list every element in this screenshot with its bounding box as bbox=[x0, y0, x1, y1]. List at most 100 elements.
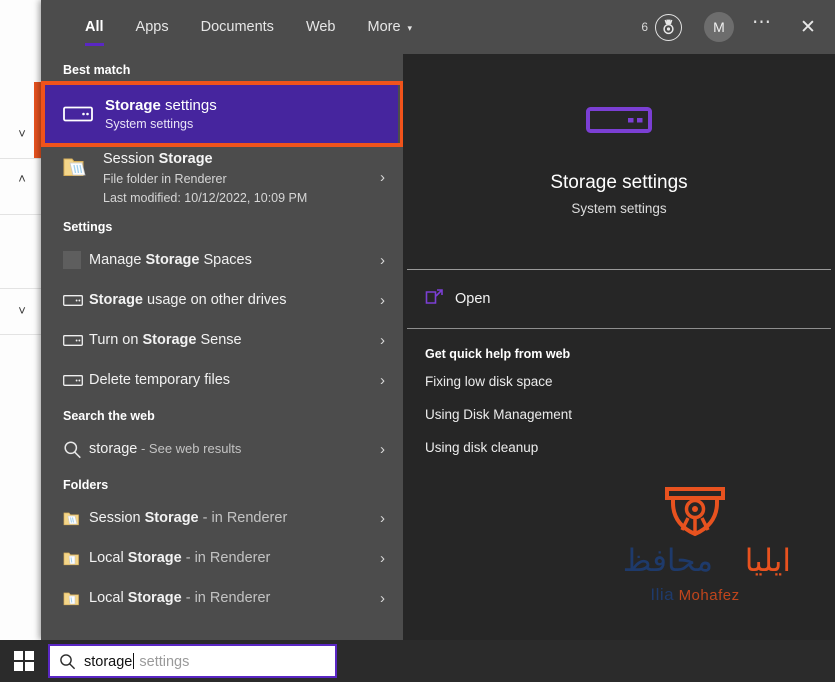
hard-drive-icon-large bbox=[586, 107, 652, 138]
result-title: Session Storage bbox=[103, 151, 307, 167]
chevron-down-icon[interactable]: ˅ bbox=[0, 304, 44, 317]
section-heading-folders: Folders bbox=[41, 469, 403, 498]
open-external-icon bbox=[425, 288, 455, 311]
result-modified: Last modified: 10/12/2022, 10:09 PM bbox=[103, 191, 307, 205]
search-typed-value: storage bbox=[84, 654, 132, 670]
result-session-storage-file[interactable]: Session Storage File folder in Renderer … bbox=[41, 145, 403, 211]
shield-emblem-icon bbox=[595, 485, 795, 545]
result-label: Session Storage - in Renderer bbox=[89, 510, 287, 526]
chevron-right-icon[interactable]: › bbox=[380, 372, 385, 389]
tab-web[interactable]: Web bbox=[290, 0, 352, 54]
rewards-count: 6 bbox=[641, 20, 648, 34]
tab-all[interactable]: All bbox=[69, 0, 120, 54]
divider bbox=[0, 334, 44, 335]
close-icon[interactable]: ✕ bbox=[795, 16, 821, 39]
help-link-using-disk-management[interactable]: Using Disk Management bbox=[403, 398, 835, 431]
tab-label: All bbox=[85, 19, 104, 35]
chevron-down-icon: ▾ bbox=[408, 23, 413, 34]
result-title: Storage settings bbox=[105, 97, 217, 114]
folder-documents-icon bbox=[63, 510, 89, 526]
result-label: Local Storage - in Renderer bbox=[89, 590, 270, 606]
ellipsis-icon[interactable]: ⋯ bbox=[752, 18, 773, 36]
chevron-right-icon[interactable]: › bbox=[380, 441, 385, 458]
result-label: storage - See web results bbox=[89, 441, 241, 457]
result-location: File folder in Renderer bbox=[103, 172, 307, 186]
divider bbox=[0, 288, 44, 289]
chevron-right-icon[interactable]: › bbox=[380, 510, 385, 527]
hard-drive-icon bbox=[63, 375, 89, 386]
open-label: Open bbox=[455, 291, 490, 307]
blank-tile-icon bbox=[63, 251, 89, 269]
result-lines: Session Storage File folder in Renderer … bbox=[103, 151, 307, 205]
divider bbox=[0, 214, 44, 215]
result-storage-usage-other-drives[interactable]: Storage usage on other drives › bbox=[41, 280, 403, 320]
screen: ˅ ˄ ˅ All Apps Documents bbox=[0, 0, 835, 682]
tab-label: Apps bbox=[136, 19, 169, 35]
tab-documents[interactable]: Documents bbox=[185, 0, 290, 54]
result-label: Local Storage - in Renderer bbox=[89, 550, 270, 566]
preview-title: Storage settings bbox=[550, 172, 687, 194]
result-subtitle: System settings bbox=[105, 117, 217, 131]
tab-label: Documents bbox=[201, 19, 274, 35]
best-match-text: Storage settings System settings bbox=[105, 97, 217, 131]
watermark-brand-second: Mohafez bbox=[679, 587, 740, 604]
folder-icon bbox=[63, 590, 89, 606]
result-turn-on-storage-sense[interactable]: Turn on Storage Sense › bbox=[41, 320, 403, 360]
chevron-right-icon[interactable]: › bbox=[380, 169, 385, 186]
chevron-right-icon[interactable]: › bbox=[380, 332, 385, 349]
hard-drive-icon bbox=[63, 106, 105, 122]
result-folder-session-storage[interactable]: Session Storage - in Renderer › bbox=[41, 498, 403, 538]
svg-text:محافظ: محافظ bbox=[623, 543, 713, 579]
section-heading-settings: Settings bbox=[41, 211, 403, 240]
result-delete-temporary-files[interactable]: Delete temporary files › bbox=[41, 360, 403, 400]
help-link-fixing-low-disk-space[interactable]: Fixing low disk space bbox=[403, 365, 835, 398]
search-icon bbox=[50, 653, 84, 670]
result-label: Storage usage on other drives bbox=[89, 292, 286, 308]
watermark-latin: Ilia Mohafez bbox=[595, 585, 795, 605]
help-link-using-disk-cleanup[interactable]: Using disk cleanup bbox=[403, 431, 835, 464]
chevron-right-icon[interactable]: › bbox=[380, 590, 385, 607]
tab-apps[interactable]: Apps bbox=[120, 0, 185, 54]
preview-subtitle: System settings bbox=[571, 201, 666, 216]
section-heading-best-match: Best match bbox=[41, 54, 403, 83]
search-icon bbox=[63, 440, 89, 459]
folder-icon bbox=[63, 550, 89, 566]
result-storage-settings[interactable]: Storage settings System settings bbox=[45, 85, 398, 143]
result-label: Turn on Storage Sense bbox=[89, 332, 242, 348]
medal-icon[interactable] bbox=[655, 14, 682, 41]
search-suggestion: settings bbox=[135, 654, 189, 670]
chevron-right-icon[interactable]: › bbox=[380, 292, 385, 309]
hard-drive-icon bbox=[63, 295, 89, 306]
filter-tabs: All Apps Documents Web More ▾ bbox=[69, 0, 428, 54]
windows-logo-icon[interactable] bbox=[9, 646, 39, 676]
result-web-search[interactable]: storage - See web results › bbox=[41, 429, 403, 469]
best-match-container: Storage settings System settings bbox=[41, 83, 403, 145]
svg-text:ایلیا: ایلیا bbox=[745, 543, 791, 579]
chevron-up-icon[interactable]: ˄ bbox=[0, 172, 44, 185]
chevron-right-icon[interactable]: › bbox=[380, 550, 385, 567]
avatar[interactable]: M bbox=[704, 12, 734, 42]
hard-drive-icon bbox=[63, 335, 89, 346]
results-list: Best match Storage settings bbox=[41, 54, 403, 640]
result-folder-local-storage-1[interactable]: Local Storage - in Renderer › bbox=[41, 538, 403, 578]
search-input[interactable]: storage settings bbox=[84, 653, 189, 670]
watermark: ایلیا محافظ Ilia Mohafez bbox=[595, 485, 795, 615]
tab-label: Web bbox=[306, 19, 336, 35]
taskbar-search-box[interactable]: storage settings bbox=[48, 644, 337, 678]
header-actions: 6 M ⋯ ✕ bbox=[641, 0, 821, 54]
watermark-farsi-script: ایلیا محافظ bbox=[595, 537, 795, 583]
tab-more[interactable]: More ▾ bbox=[352, 0, 429, 54]
preview-hero: Storage settings System settings bbox=[403, 54, 835, 269]
watermark-brand-first: Ilia bbox=[650, 585, 674, 604]
divider bbox=[0, 158, 44, 159]
result-label: Manage Storage Spaces bbox=[89, 252, 252, 268]
folder-documents-icon bbox=[63, 151, 103, 184]
chevron-right-icon[interactable]: › bbox=[380, 252, 385, 269]
help-heading: Get quick help from web bbox=[403, 329, 835, 365]
result-manage-storage-spaces[interactable]: Manage Storage Spaces › bbox=[41, 240, 403, 280]
tab-label: More bbox=[368, 19, 401, 35]
search-header: All Apps Documents Web More ▾ 6 bbox=[41, 0, 835, 54]
result-label: Delete temporary files bbox=[89, 372, 230, 388]
open-action[interactable]: Open bbox=[403, 270, 835, 328]
result-folder-local-storage-2[interactable]: Local Storage - in Renderer › bbox=[41, 578, 403, 618]
